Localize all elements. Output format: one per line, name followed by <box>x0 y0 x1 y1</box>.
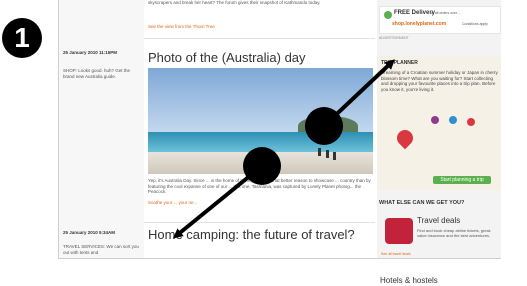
arrow-anchor-dot <box>305 107 343 145</box>
annotation-arrows <box>172 59 395 239</box>
arrow-anchor-dot <box>243 147 281 185</box>
